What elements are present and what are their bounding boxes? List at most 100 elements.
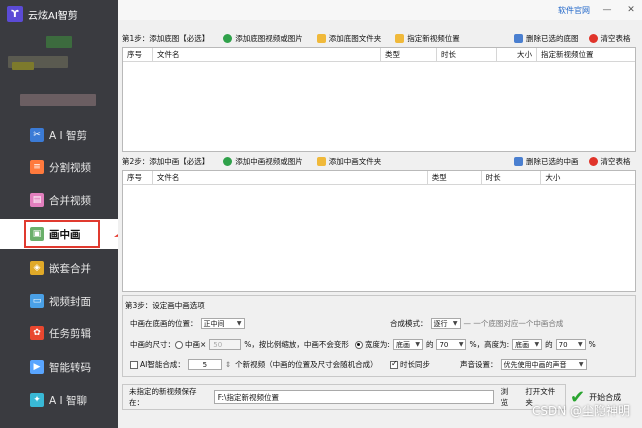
sidebar-item-split-video[interactable]: ≡ 分割视频 (0, 152, 118, 182)
clear-icon (588, 156, 598, 166)
sidebar-item-ai-chat[interactable]: ✦ A I 智聊 (0, 385, 118, 415)
column-header: 大小 (545, 173, 561, 182)
delete-list-icon (514, 156, 523, 166)
mode-label: 合成模式： (390, 319, 428, 328)
clear-overlay-table-button[interactable]: 清空表格 (588, 156, 631, 167)
position-row: 中画在底画的位置： 正中间 ▼ (130, 318, 248, 329)
of-label: 的 (545, 340, 553, 349)
sidebar-item-label: 嵌套合并 (49, 262, 91, 275)
column-header: 序号 (123, 171, 153, 184)
blurred-user-detail (20, 94, 96, 106)
delete-selected-overlay-button[interactable]: 删除已选的中画 (514, 156, 579, 167)
height-percent-select[interactable]: 70 ▼ (555, 339, 586, 350)
chevron-down-icon: ▼ (452, 320, 458, 327)
add-base-media-button[interactable]: 添加底图视频或图片 (223, 33, 303, 44)
sidebar-item-ai-cut[interactable]: ✂ A I 智剪 (0, 120, 118, 150)
minimize-icon[interactable]: — (600, 4, 614, 16)
button-label: 删除已选的中画 (526, 156, 579, 166)
size-custom-radio[interactable] (354, 340, 363, 349)
sidebar-item-label: 智能转码 (49, 361, 91, 374)
ai-compose-checkbox[interactable] (130, 360, 138, 369)
browse-button[interactable]: 浏览 (498, 387, 519, 407)
add-base-folder-button[interactable]: 添加底图文件夹 (316, 33, 382, 44)
start-label: 开始合成 (589, 392, 622, 402)
add-overlay-media-button[interactable]: 添加中画视频或图片 (223, 156, 303, 167)
column-header: 时长 (437, 48, 497, 61)
select-value: 底画 (515, 340, 530, 349)
save-path-input[interactable]: F:\指定新视频位置 (213, 390, 494, 404)
audio-label: 声音设置： (460, 360, 498, 369)
column-header: 指定新视频位置 (541, 50, 594, 59)
height-base-select[interactable]: 底画 ▼ (512, 339, 543, 350)
sidebar-item-label: A I 智聊 (49, 394, 87, 407)
step2-right-actions: 删除已选的中画 清空表格 (514, 156, 631, 167)
overlay-table-header: 序号 文件名 类型 时长 大小 (123, 171, 635, 185)
sidebar-item-task-edit[interactable]: ✿ 任务剪辑 (0, 318, 118, 348)
close-icon[interactable]: ✕ (624, 4, 638, 16)
chevron-down-icon: ▼ (458, 341, 464, 348)
base-table[interactable]: 序号 文件名 类型 时长 大小 指定新视频位置 (122, 47, 636, 152)
spin-icon[interactable]: ⇕ (225, 360, 231, 369)
sidebar-item-video-cover[interactable]: ▭ 视频封面 (0, 286, 118, 316)
scale-percent-input[interactable]: 50 (209, 339, 242, 350)
folder-icon (316, 156, 326, 166)
width-percent-select[interactable]: 70 ▼ (436, 339, 467, 350)
save-location-bar: 未指定的新视频保存在： F:\指定新视频位置 浏览 打开文件夹 (122, 384, 566, 410)
chevron-down-icon: ▼ (236, 320, 242, 327)
button-label: 删除已选的底图 (526, 33, 579, 43)
sidebar-item-label: 任务剪辑 (49, 327, 91, 340)
mode-select[interactable]: 逐行 ▼ (430, 318, 461, 329)
save-location-label: 未指定的新视频保存在： (129, 387, 197, 407)
audio-select[interactable]: 优先使用中画的声音 ▼ (500, 359, 587, 370)
column-header: 大小 (497, 48, 537, 61)
button-label: 清空表格 (600, 156, 631, 166)
select-value: 70 (439, 340, 449, 349)
position-select[interactable]: 正中间 ▼ (200, 318, 245, 329)
size-label: 中画的尺寸： (130, 340, 175, 349)
ai-count-input[interactable]: 5 (187, 359, 222, 370)
size-scale-radio[interactable] (175, 340, 183, 349)
select-value: 正中间 (203, 319, 225, 328)
column-header: 类型 (428, 171, 482, 184)
mode-hint: — 一个底图对应一个中画合成 (463, 319, 564, 328)
column-header: 文件名 (153, 48, 381, 61)
clear-base-table-button[interactable]: 清空表格 (588, 33, 631, 44)
folder-icon (395, 33, 405, 43)
mode-row: 合成模式： 逐行 ▼ — 一个底图对应一个中画合成 (390, 318, 563, 329)
width-base-select[interactable]: 底画 ▼ (392, 339, 423, 350)
active-highlight-box (24, 220, 100, 248)
select-value: 70 (558, 340, 568, 349)
add-icon (223, 33, 233, 43)
button-label: 指定新视频位置 (407, 33, 460, 43)
sidebar-item-merge-video[interactable]: ▤ 合并视频 (0, 185, 118, 215)
column-header: 序号 (123, 48, 153, 61)
blurred-avatar (46, 36, 72, 48)
add-icon (223, 156, 233, 166)
duration-sync-checkbox[interactable] (390, 359, 398, 369)
button-label: 添加底图视频或图片 (235, 33, 303, 43)
official-site-link[interactable]: 软件官网 (558, 5, 590, 16)
select-value: 优先使用中画的声音 (503, 360, 567, 369)
ai-compose-label: AI智能合成： (140, 360, 185, 369)
ai-compose-hint: 个新视频（中画的位置及尺寸会随机合成） (235, 360, 378, 369)
sidebar-item-nested-merge[interactable]: ◈ 嵌套合并 (0, 253, 118, 283)
position-label: 中画在底画的位置： (130, 319, 198, 328)
delete-selected-base-button[interactable]: 删除已选的底图 (514, 33, 579, 44)
sidebar-item-smart-transcode[interactable]: ▶ 智能转码 (0, 352, 118, 382)
add-overlay-folder-button[interactable]: 添加中画文件夹 (316, 156, 382, 167)
ai-chat-icon: ✦ (30, 393, 44, 407)
ai-row: AI智能合成： 5 ⇕ 个新视频（中画的位置及尺寸会随机合成） (130, 359, 378, 370)
set-video-location-button[interactable]: 指定新视频位置 (395, 33, 460, 44)
sidebar-item-label: A I 智剪 (49, 129, 87, 142)
select-value: 逐行 (433, 319, 448, 328)
button-label: 添加中画文件夹 (328, 156, 382, 166)
button-label: 添加底图文件夹 (328, 33, 382, 43)
overlay-table[interactable]: 序号 文件名 类型 时长 大小 (122, 170, 636, 292)
top-bar: 软件官网 — ✕ (118, 0, 642, 20)
chevron-down-icon: ▼ (415, 341, 420, 348)
button-label: 添加中画视频或图片 (235, 156, 303, 166)
chevron-down-icon: ▼ (578, 341, 583, 348)
sync-audio-row: 时长同步 声音设置： 优先使用中画的声音 ▼ (390, 359, 590, 370)
column-header: 类型 (381, 48, 437, 61)
step2-toolbar: 第2步：添加中画【必选】 添加中画视频或图片 添加中画文件夹 删除已选的中画 清… (122, 154, 636, 168)
